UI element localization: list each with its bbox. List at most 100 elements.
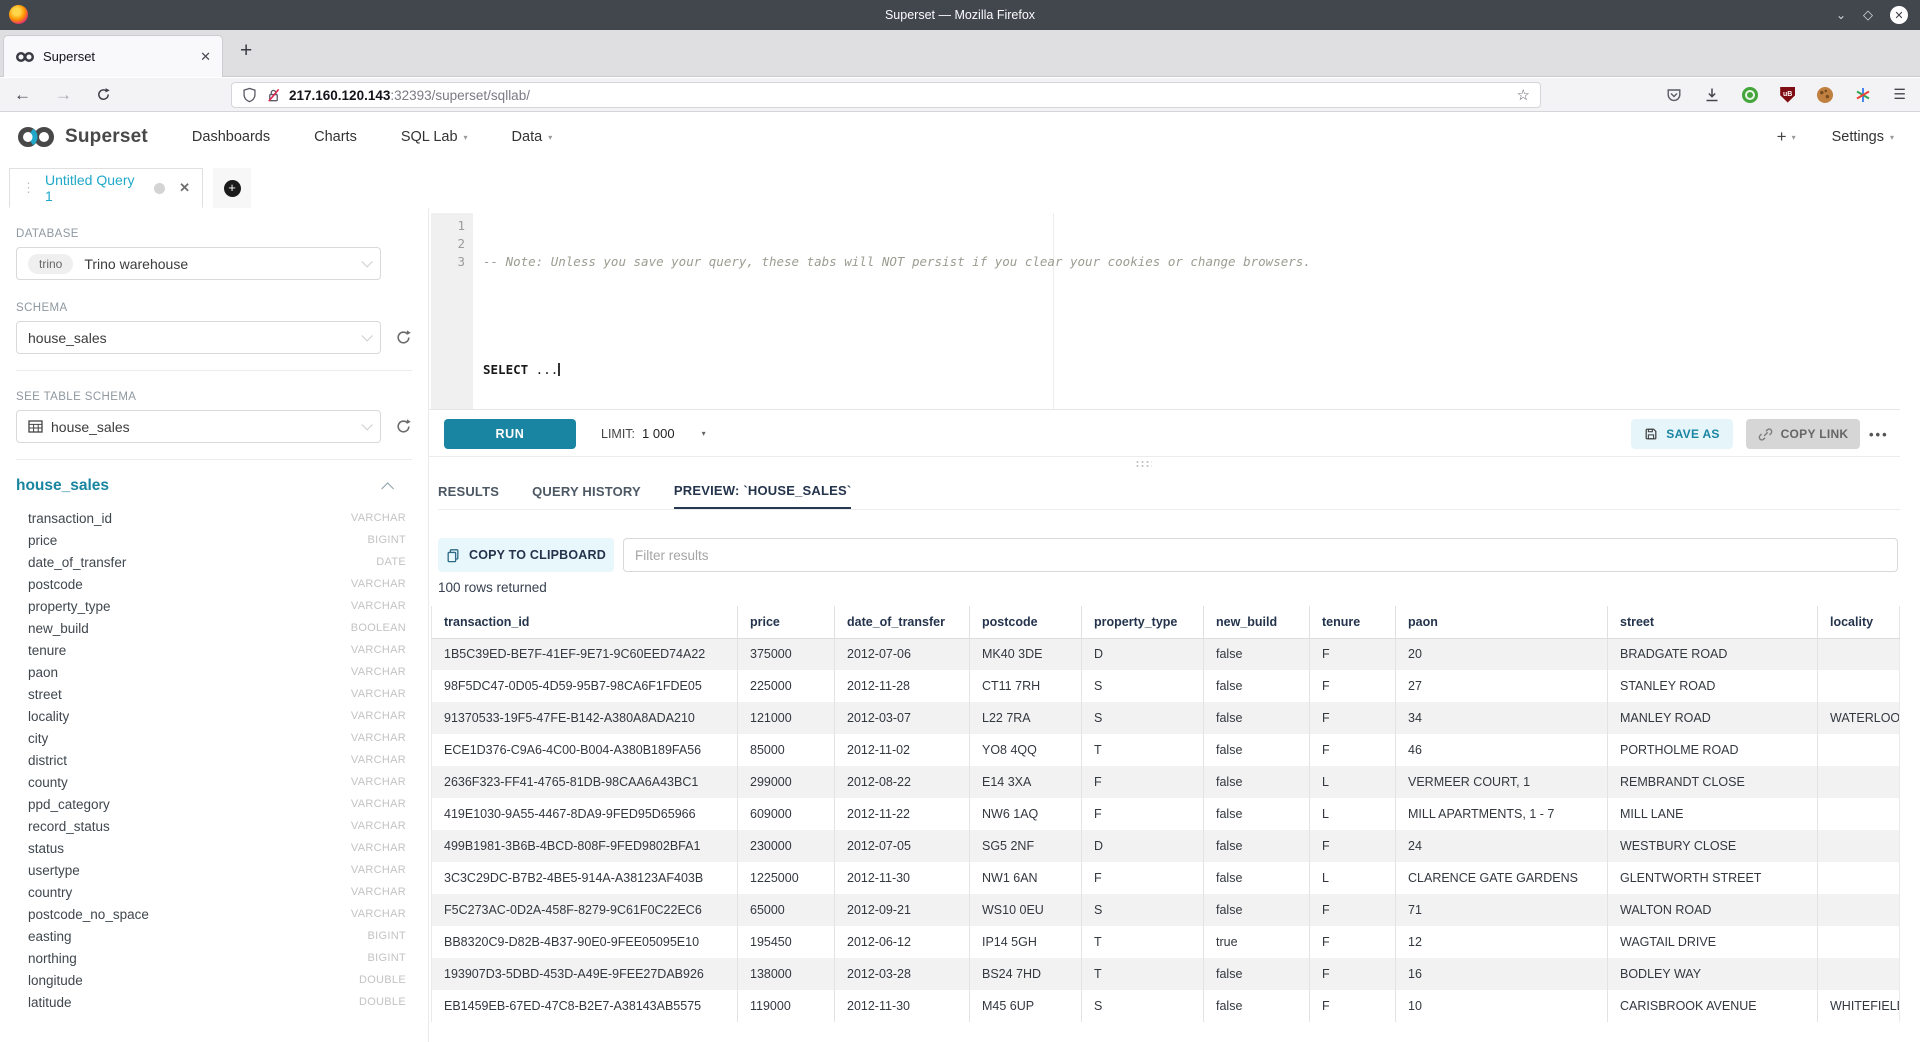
table-cell: PORTHOLME ROAD [1608,734,1818,766]
add-menu-button[interactable]: +▾ [1777,127,1796,147]
chevron-down-icon: ▾ [1792,133,1796,142]
window-maximize-icon[interactable]: ◇ [1863,7,1873,23]
refresh-icon [395,329,412,346]
results-tab-2[interactable]: PREVIEW: `HOUSE_SALES` [674,474,852,509]
column-name: city [28,731,48,746]
table-cell [1818,766,1900,798]
column-header[interactable]: price [738,606,835,638]
column-header[interactable]: tenure [1310,606,1396,638]
ublock-shield-icon[interactable]: uB [1780,87,1795,103]
lock-crossed-icon[interactable] [266,88,281,103]
pane-resize-grip[interactable] [1135,460,1152,469]
column-name: county [28,775,68,790]
superset-logo-icon[interactable] [16,126,56,148]
back-button[interactable]: ← [14,85,31,105]
new-tab-button[interactable]: + [240,39,252,63]
column-header[interactable]: date_of_transfer [835,606,970,638]
sqllab-main-pane: 123 -- Note: Unless you save your query,… [428,208,1920,1042]
sql-editor[interactable]: 123 -- Note: Unless you save your query,… [429,213,1900,410]
schema-column-row: cityVARCHAR [16,727,406,749]
schema-column-row: eastingBIGINT [16,925,406,947]
cookie-icon[interactable] [1817,87,1833,103]
table-cell: 121000 [738,702,835,734]
chevron-down-icon: ▾ [1890,133,1894,142]
table-schema-title[interactable]: house_sales [16,477,109,495]
column-header[interactable]: locality [1818,606,1900,638]
column-header[interactable]: new_build [1204,606,1310,638]
hamburger-menu-icon[interactable]: ☰ [1893,86,1906,103]
shield-icon[interactable] [242,87,257,103]
column-header[interactable]: transaction_id [432,606,738,638]
forward-button[interactable]: → [55,85,72,105]
table-cell: false [1204,766,1310,798]
schema-column-row: record_statusVARCHAR [16,815,406,837]
new-query-tab-button[interactable]: + [213,168,251,208]
window-controls: ⌄ ◇ ✕ [1836,0,1908,30]
query-tab-title[interactable]: Untitled Query 1 [45,172,145,204]
column-type: VARCHAR [351,842,406,854]
column-header[interactable]: postcode [970,606,1082,638]
column-type: DOUBLE [359,974,406,986]
table-cell: 27 [1396,670,1608,702]
results-tab-1[interactable]: QUERY HISTORY [532,474,641,509]
reload-icon[interactable] [96,87,111,102]
refresh-table-button[interactable] [395,418,412,435]
database-select[interactable]: trino Trino warehouse [16,247,381,280]
schema-column-row: property_typeVARCHAR [16,595,406,617]
nav-item-data[interactable]: Data▾ [512,129,553,145]
table-row: ECE1D376-C9A6-4C00-B004-A380B189FA568500… [432,734,1900,766]
table-cell: MK40 3DE [970,638,1082,670]
query-tab-close-icon[interactable]: ✕ [179,180,190,196]
run-button[interactable]: RUN [444,419,576,449]
table-cell: T [1082,926,1204,958]
download-icon[interactable] [1704,87,1720,103]
column-header[interactable]: property_type [1082,606,1204,638]
column-header[interactable]: paon [1396,606,1608,638]
table-cell [1818,894,1900,926]
url-bar[interactable]: 217.160.120.143:32393/superset/sqllab/ ☆ [231,82,1541,108]
more-actions-button[interactable]: ••• [1869,419,1889,449]
nav-item-charts[interactable]: Charts [314,129,357,145]
brand-name[interactable]: Superset [65,126,148,148]
table-cell: YO8 4QQ [970,734,1082,766]
table-cell: BS24 7HD [970,958,1082,990]
column-name: district [28,753,67,768]
extension-green-icon[interactable] [1742,87,1758,103]
save-as-button[interactable]: SAVE AS [1631,419,1733,449]
copy-link-button[interactable]: COPY LINK [1746,419,1860,449]
table-cell: SG5 2NF [970,830,1082,862]
filter-results-input[interactable] [623,538,1898,572]
pocket-icon[interactable] [1666,87,1682,103]
table-row: 499B1981-3B6B-4BCD-808F-9FED9802BFA12300… [432,830,1900,862]
table-cell: WS10 0EU [970,894,1082,926]
column-header[interactable]: street [1608,606,1818,638]
table-cell: 12 [1396,926,1608,958]
browser-tab[interactable]: Superset ✕ [3,35,223,77]
copy-to-clipboard-button[interactable]: COPY TO CLIPBOARD [438,538,614,572]
nav-item-dashboards[interactable]: Dashboards [192,129,270,145]
column-type: VARCHAR [351,688,406,700]
query-tab-active[interactable]: ⋮ Untitled Query 1 ✕ [9,168,203,208]
table-cell: 2012-11-28 [835,670,970,702]
nav-item-sql-lab[interactable]: SQL Lab▾ [401,129,468,145]
window-close-icon[interactable]: ✕ [1890,6,1908,24]
schema-column-row: new_buildBOOLEAN [16,617,406,639]
table-cell: F [1310,670,1396,702]
table-select[interactable]: house_sales [16,410,381,443]
settings-menu[interactable]: Settings▾ [1832,129,1894,145]
table-cell: 46 [1396,734,1608,766]
bookmark-star-icon[interactable]: ☆ [1517,86,1530,104]
column-type: VARCHAR [351,798,406,810]
results-tab-0[interactable]: RESULTS [438,474,499,509]
database-value: Trino warehouse [84,256,188,272]
drag-handle-icon[interactable]: ⋮ [22,180,35,196]
refresh-schema-button[interactable] [395,329,412,346]
window-minimize-icon[interactable]: ⌄ [1836,8,1846,22]
extension-asterisk-icon[interactable] [1855,87,1871,103]
schema-select[interactable]: house_sales [16,321,381,354]
tab-close-icon[interactable]: ✕ [200,49,211,65]
chevron-up-icon[interactable] [381,482,394,495]
url-text: 217.160.120.143:32393/superset/sqllab/ [289,88,530,103]
limit-dropdown[interactable]: LIMIT: 1 000 ▾ [601,410,706,457]
schema-column-row: northingBIGINT [16,947,406,969]
